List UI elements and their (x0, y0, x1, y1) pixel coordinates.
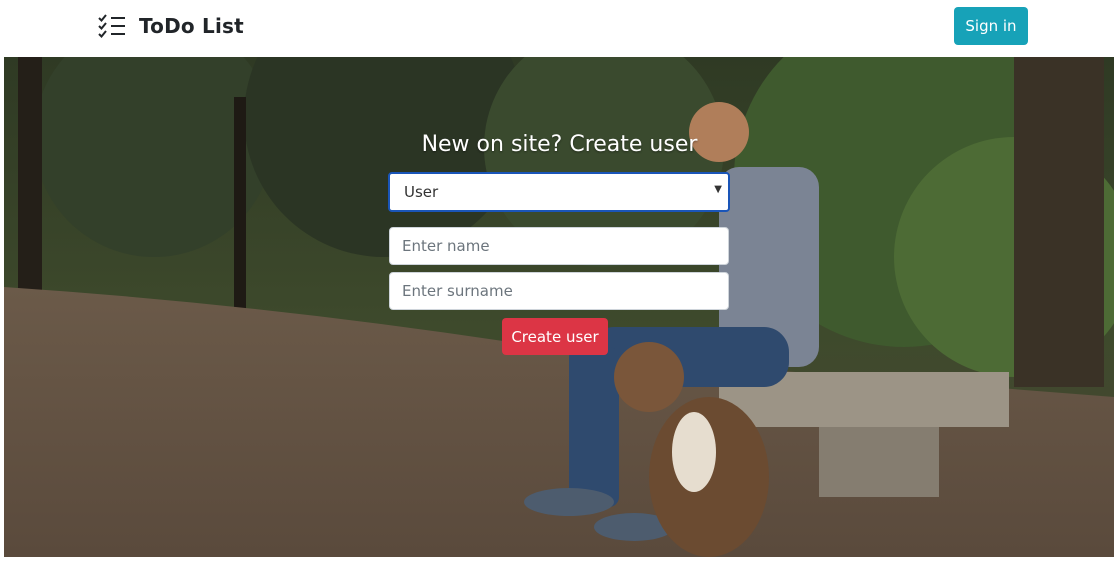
navbar: ToDo List Sign in (0, 0, 1119, 57)
create-user-button[interactable]: Create user (502, 318, 608, 355)
surname-input[interactable] (389, 272, 729, 310)
role-select-wrapper: User ▼ (388, 172, 730, 212)
brand[interactable]: ToDo List (97, 12, 244, 40)
role-select[interactable]: User (388, 172, 730, 212)
name-input[interactable] (389, 227, 729, 265)
form-title: New on site? Create user (421, 132, 698, 157)
sign-in-button[interactable]: Sign in (954, 7, 1028, 45)
checklist-icon (98, 14, 125, 38)
brand-name: ToDo List (139, 14, 244, 38)
